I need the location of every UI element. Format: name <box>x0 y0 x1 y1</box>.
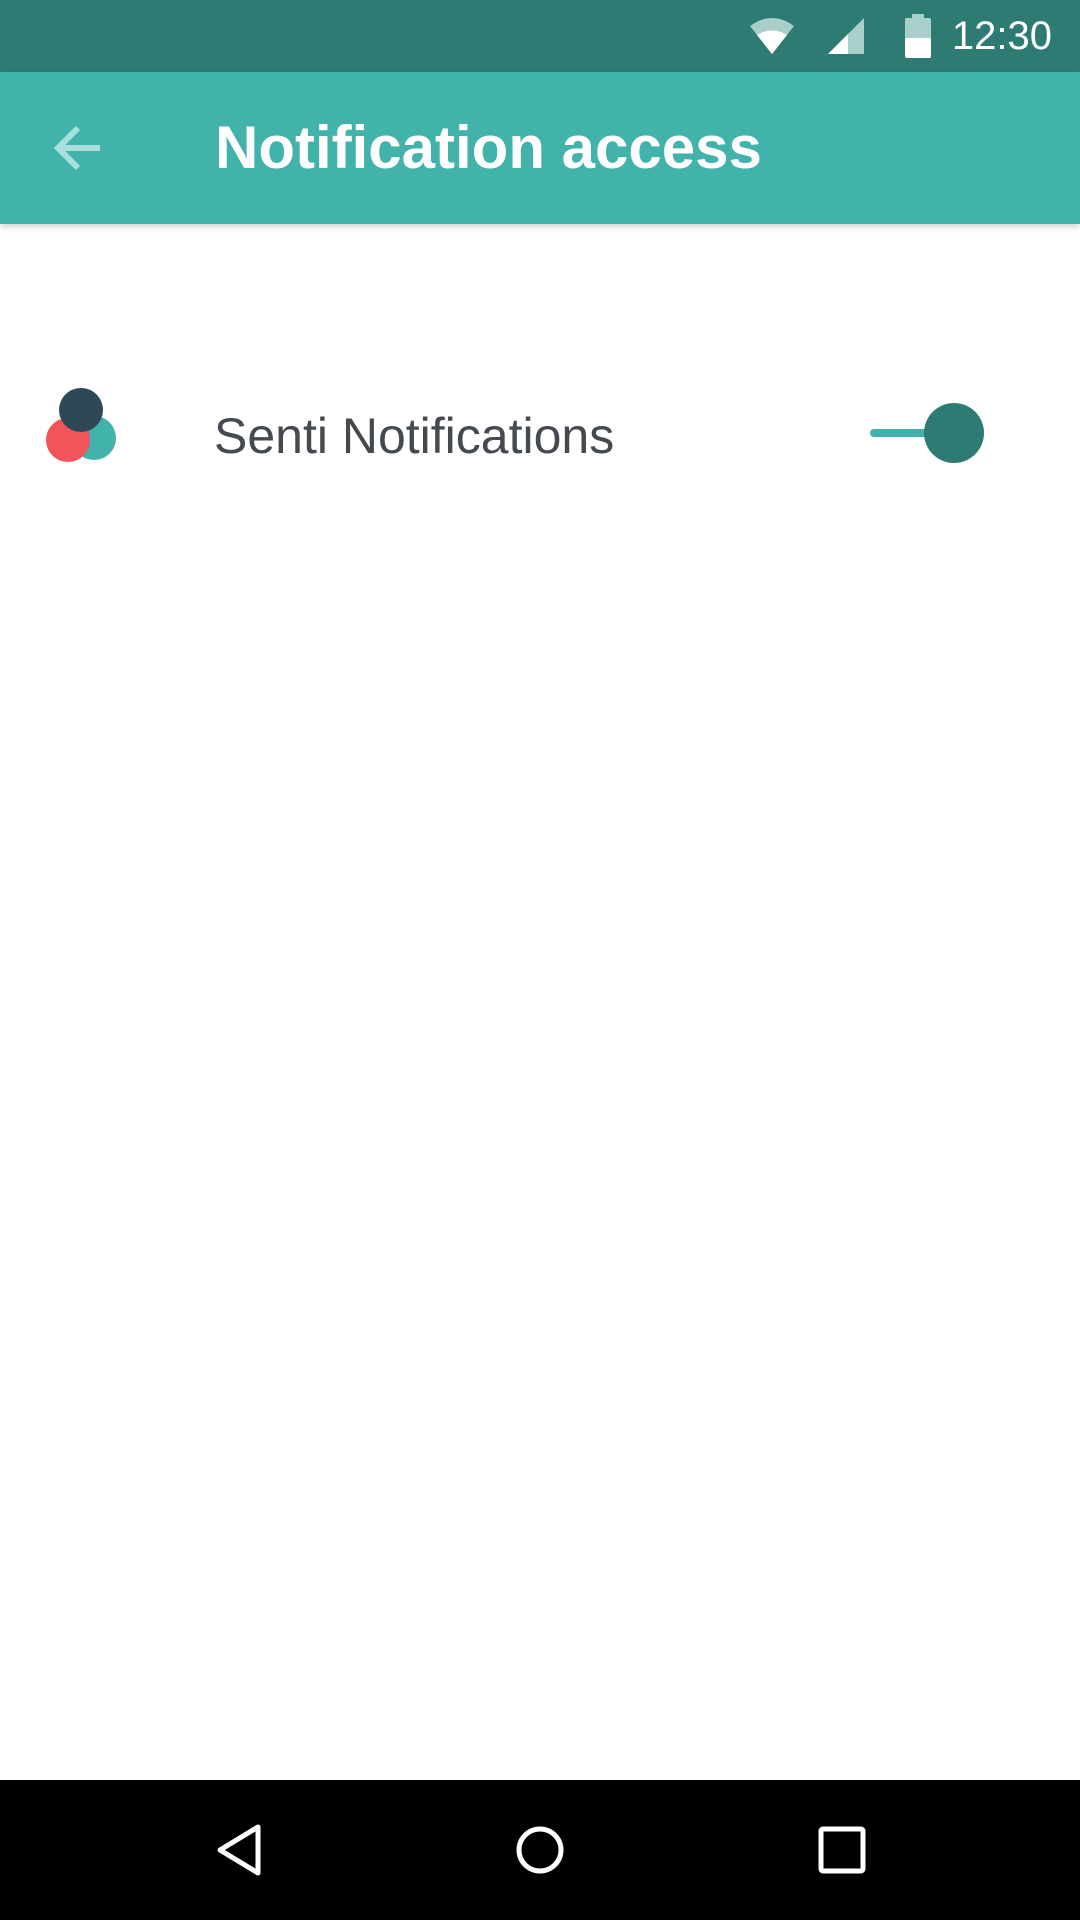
nav-back-icon <box>217 1824 261 1876</box>
nav-back-button[interactable] <box>190 1800 290 1900</box>
battery-icon <box>904 0 932 72</box>
navigation-bar <box>0 1780 1080 1920</box>
arrow-back-icon <box>53 125 100 171</box>
list-item-label: Senti Notifications <box>214 408 615 464</box>
cell-signal-icon <box>826 0 866 72</box>
list-item-senti-notifications[interactable]: Senti Notifications <box>0 340 1080 532</box>
notification-access-list: Senti Notifications <box>0 224 1080 1780</box>
nav-recents-icon <box>818 1826 866 1874</box>
status-bar: 12:30 <box>0 0 1080 72</box>
back-button[interactable] <box>38 112 118 184</box>
page-title: Notification access <box>215 114 762 181</box>
nav-home-icon <box>516 1826 564 1874</box>
nav-recents-button[interactable] <box>792 1800 892 1900</box>
screen: 12:30 Notification access Senti Notifica… <box>0 0 1080 1920</box>
status-time: 12:30 <box>951 14 1052 58</box>
senti-app-icon <box>44 386 120 462</box>
senti-notifications-toggle[interactable] <box>868 402 988 466</box>
wifi-icon <box>748 0 796 72</box>
switch-thumb <box>924 403 984 463</box>
app-bar: Notification access <box>0 72 1080 224</box>
nav-home-button[interactable] <box>490 1800 590 1900</box>
